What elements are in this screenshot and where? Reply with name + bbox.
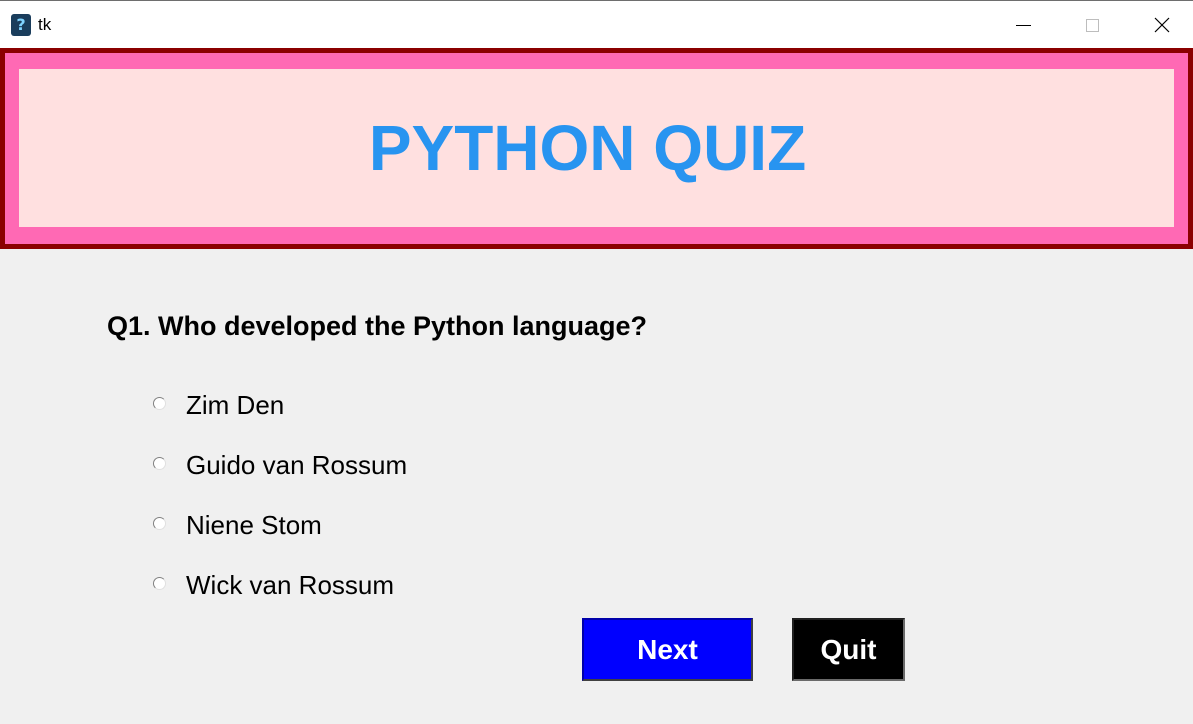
header-banner: PYTHON QUIZ [0,48,1193,249]
next-button[interactable]: Next [582,618,753,681]
option-radio-3[interactable]: Niene Stom [153,508,322,542]
option-label: Zim Den [186,389,285,420]
option-radio-1[interactable]: Zim Den [153,388,284,422]
window-title: tk [38,15,52,34]
option-radio-2[interactable]: Guido van Rossum [153,448,407,482]
option-label: Niene Stom [186,509,322,540]
radio-button[interactable] [153,457,166,470]
option-radio-4[interactable]: Wick van Rossum [153,568,394,602]
banner-frame: PYTHON QUIZ [5,53,1188,244]
maximize-icon [1085,18,1099,32]
close-icon [1154,17,1170,33]
app-icon: ? [11,14,31,36]
quiz-title: PYTHON QUIZ [368,112,807,184]
quit-button[interactable]: Quit [792,618,905,681]
minimize-button[interactable] [988,2,1058,48]
option-label: Wick van Rossum [186,569,395,600]
minimize-icon [1015,24,1031,26]
banner-panel: PYTHON QUIZ [19,69,1174,227]
close-button[interactable] [1127,2,1193,48]
question-text: Q1. Who developed the Python language? [107,311,648,341]
radio-button[interactable] [153,577,166,590]
maximize-button[interactable] [1057,2,1127,48]
quiz-window: ? tk PYTHON QUIZ Q1. Who developed the P… [0,0,1193,724]
radio-button[interactable] [153,397,166,410]
option-label: Guido van Rossum [186,449,408,480]
radio-button[interactable] [153,517,166,530]
title-bar[interactable]: ? tk [0,0,1193,48]
